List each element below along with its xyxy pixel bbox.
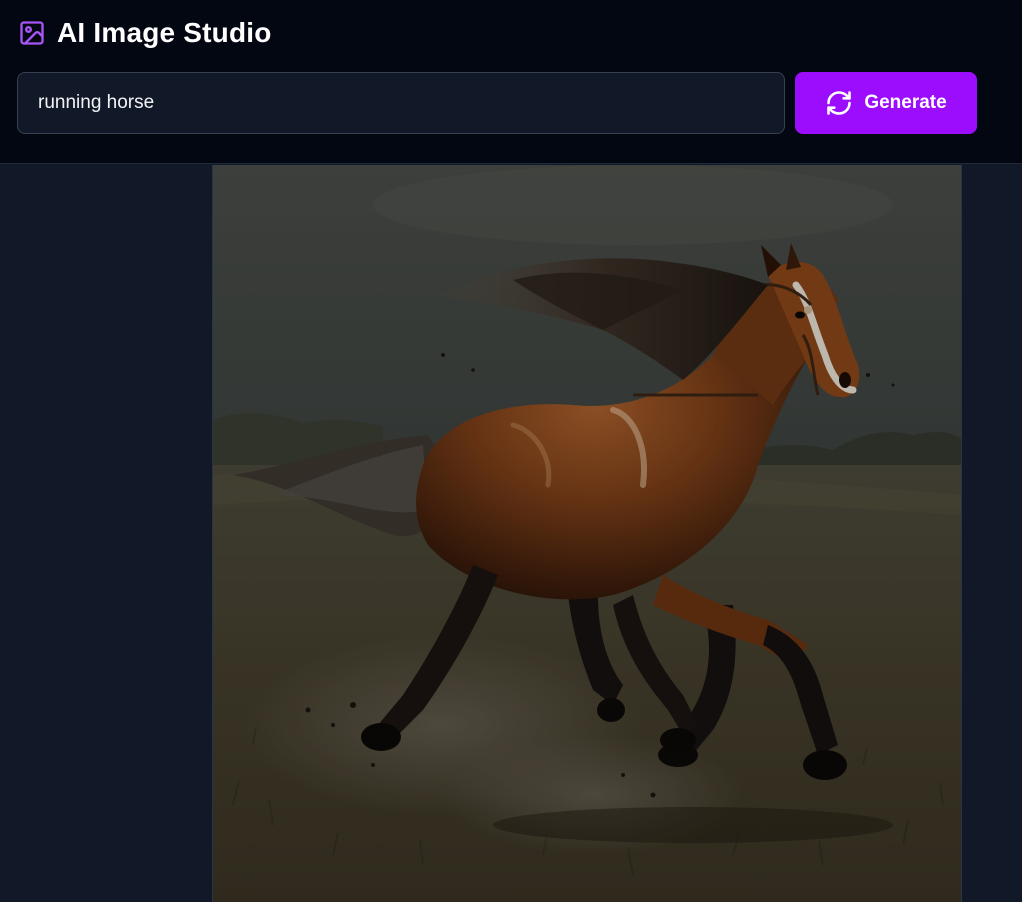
refresh-icon <box>825 89 853 117</box>
horse-illustration <box>213 165 961 902</box>
generate-button[interactable]: Generate <box>795 72 977 134</box>
prompt-input[interactable] <box>17 72 785 134</box>
generate-button-label: Generate <box>864 92 947 113</box>
image-icon <box>18 19 46 47</box>
generated-image <box>212 165 962 902</box>
app-title: AI Image Studio <box>57 17 272 48</box>
brand: AI Image Studio <box>18 16 272 50</box>
app-header: AI Image Studio Generate <box>0 0 1022 164</box>
